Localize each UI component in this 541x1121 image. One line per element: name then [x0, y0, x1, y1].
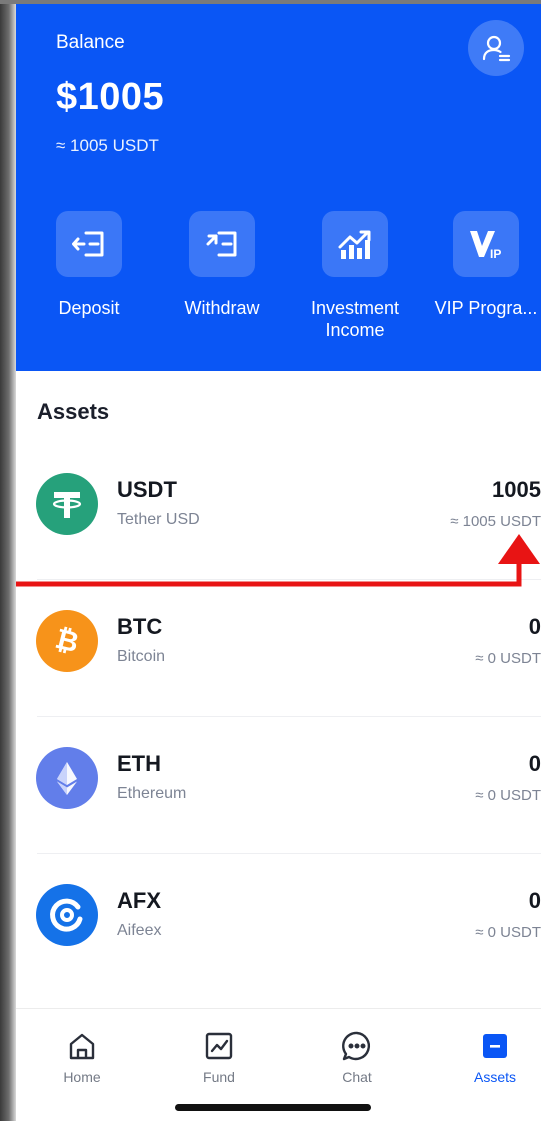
home-indicator: [175, 1104, 371, 1111]
asset-name: Aifeex: [117, 922, 162, 939]
asset-row-btc[interactable]: ₿ BTC Bitcoin 0 ≈ 0 USDT: [16, 580, 541, 717]
ethereum-icon: [36, 747, 98, 809]
withdraw-button[interactable]: Withdraw: [157, 211, 287, 319]
home-icon: [69, 1033, 95, 1060]
svg-text:IP: IP: [490, 247, 501, 260]
asset-amount: 0: [528, 751, 541, 776]
withdraw-label: Withdraw: [184, 298, 260, 318]
aifeex-icon: [36, 884, 98, 946]
assets-section-title: Assets: [37, 399, 110, 424]
nav-home[interactable]: Home: [27, 1029, 137, 1085]
balance-header: Balance $1005 ≈ 1005 USDT Deposit Withdr…: [16, 4, 541, 371]
vip-program-button[interactable]: IP VIP Progra...: [421, 211, 541, 319]
asset-symbol: BTC: [117, 614, 163, 639]
asset-symbol: USDT: [117, 477, 177, 502]
balance-label: Balance: [56, 32, 125, 53]
app-screen: Balance $1005 ≈ 1005 USDT Deposit Withdr…: [16, 4, 541, 1121]
asset-amount: 0: [528, 888, 541, 913]
quick-actions: Deposit Withdraw Investment Income IP VI…: [16, 211, 541, 361]
asset-row-eth[interactable]: ETH Ethereum 0 ≈ 0 USDT: [16, 717, 541, 854]
asset-usdt-equivalent: ≈ 0 USDT: [475, 787, 541, 804]
asset-usdt-equivalent: ≈ 1005 USDT: [450, 513, 541, 530]
fund-chart-icon: [205, 1032, 233, 1060]
balance-usdt-equivalent: ≈ 1005 USDT: [56, 136, 159, 155]
nav-fund-label: Fund: [203, 1069, 235, 1085]
profile-button[interactable]: [468, 20, 524, 76]
nav-home-label: Home: [63, 1069, 101, 1085]
asset-symbol: ETH: [117, 751, 161, 776]
investment-income-label: Investment Income: [310, 298, 400, 340]
device-bezel: [0, 0, 16, 1121]
vip-icon: IP: [470, 231, 501, 260]
nav-fund[interactable]: Fund: [164, 1029, 274, 1085]
nav-assets-label: Assets: [473, 1069, 516, 1085]
balance-amount: $1005: [56, 76, 165, 118]
nav-chat[interactable]: Chat: [302, 1029, 412, 1085]
user-profile-icon: [482, 35, 511, 62]
deposit-label: Deposit: [58, 298, 120, 318]
nav-assets[interactable]: Assets: [440, 1029, 541, 1085]
asset-row-usdt[interactable]: USDT Tether USD 1005 ≈ 1005 USDT: [16, 443, 541, 580]
asset-name: Tether USD: [117, 511, 200, 528]
deposit-button[interactable]: Deposit: [24, 211, 154, 319]
asset-amount: 0: [528, 614, 541, 639]
asset-amount: 1005: [492, 477, 541, 502]
asset-symbol: AFX: [117, 888, 161, 913]
bitcoin-icon: ₿: [36, 610, 98, 672]
chat-bubble-icon: [342, 1031, 370, 1061]
tether-icon: [36, 473, 98, 535]
asset-name: Bitcoin: [117, 648, 166, 665]
svg-text:₿: ₿: [52, 623, 82, 659]
asset-row-afx[interactable]: AFX Aifeex 0 ≈ 0 USDT: [16, 854, 541, 991]
vip-program-label: VIP Progra...: [434, 298, 538, 318]
assets-icon: [483, 1034, 507, 1058]
asset-usdt-equivalent: ≈ 0 USDT: [475, 924, 541, 941]
asset-usdt-equivalent: ≈ 0 USDT: [475, 650, 541, 667]
withdraw-icon: [206, 231, 237, 257]
chart-up-icon: [338, 230, 371, 259]
asset-name: Ethereum: [117, 785, 187, 802]
deposit-icon: [72, 231, 104, 257]
nav-chat-label: Chat: [342, 1069, 372, 1085]
investment-income-button[interactable]: Investment Income: [290, 211, 420, 341]
